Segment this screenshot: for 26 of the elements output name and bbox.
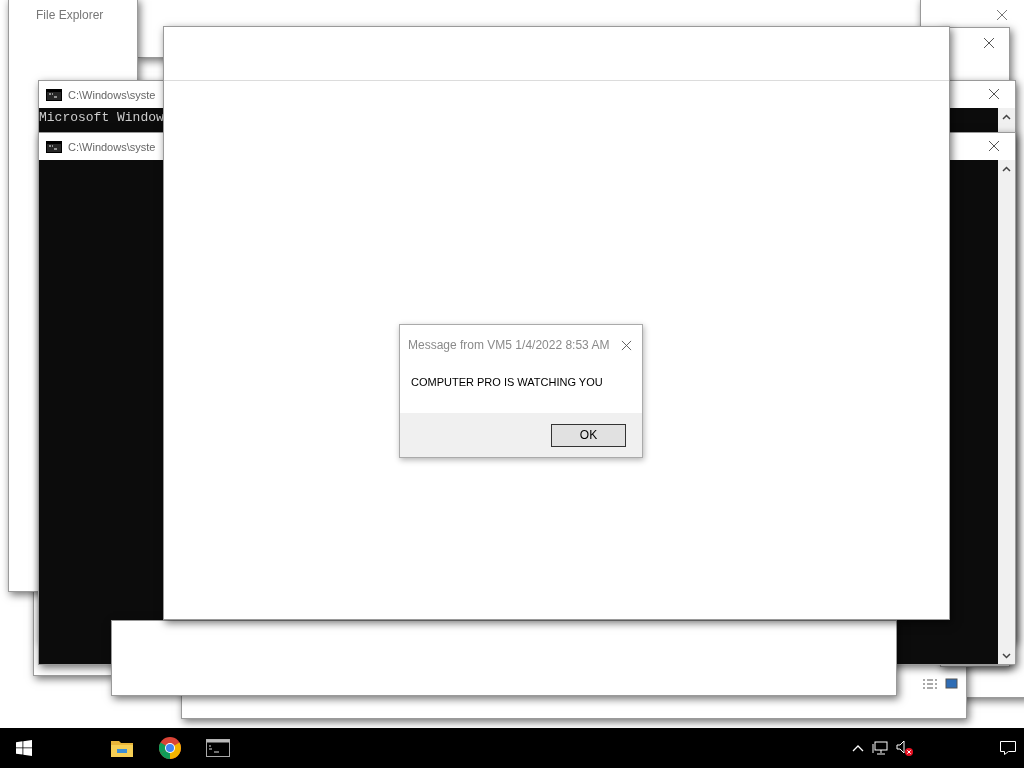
close-icon[interactable] — [621, 339, 632, 351]
terminal-icon[interactable] — [206, 739, 230, 757]
close-icon[interactable] — [983, 37, 995, 49]
browser-icon[interactable] — [159, 737, 181, 759]
scroll-up-icon[interactable] — [1002, 114, 1011, 120]
view-icon[interactable] — [922, 678, 958, 690]
window-title: C:\Windows\syste — [68, 88, 156, 101]
scroll-up-icon[interactable] — [1002, 166, 1011, 172]
close-icon[interactable] — [996, 9, 1008, 21]
speaker-muted-icon[interactable] — [896, 740, 914, 756]
window-title: File Explorer — [36, 8, 104, 22]
network-icon[interactable] — [872, 741, 888, 755]
console-text: Microsoft Window — [39, 110, 164, 125]
scroll-down-icon[interactable] — [1002, 653, 1011, 659]
dialog-message: COMPUTER PRO IS WATCHING YOU — [411, 376, 603, 388]
ok-button[interactable]: OK — [551, 423, 626, 447]
close-icon[interactable] — [988, 88, 1000, 100]
close-icon[interactable] — [988, 140, 1000, 152]
chevron-up-icon[interactable] — [852, 744, 864, 752]
folder-icon[interactable] — [111, 739, 133, 757]
console-icon — [46, 140, 62, 153]
console-icon — [46, 88, 62, 101]
window-title: C:\Windows\syste — [68, 140, 156, 153]
notification-icon[interactable] — [1000, 740, 1016, 756]
dialog-title: Message from VM5 1/4/2022 8:53 AM — [408, 338, 610, 352]
windows-logo-icon[interactable] — [16, 740, 32, 756]
